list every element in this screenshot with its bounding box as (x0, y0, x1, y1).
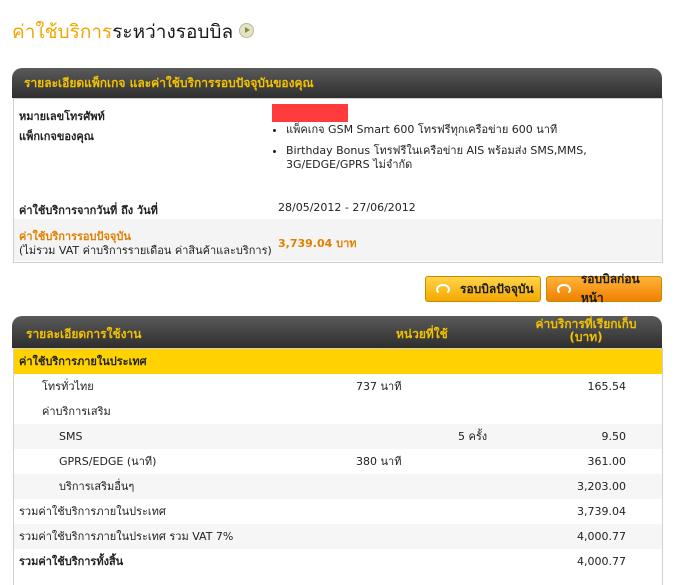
package-list: แพ็คเกจ GSM Smart 600 โทรฟรีทุกเครือข่าย… (268, 123, 616, 172)
play-icon[interactable] (239, 23, 255, 38)
table-row: บริการเสริมอื่นๆ 3,203.00 (14, 474, 662, 499)
row-amount: 3,203.00 (577, 480, 626, 493)
table-row: รวมค่าใช้บริการภายในประเทศ รวม VAT 7% 4,… (14, 524, 662, 549)
package-item: Birthday Bonus โทรฟรีในเครือข่าย AIS พร้… (286, 144, 616, 172)
page-title-part2: ระหว่างรอบบิล (112, 21, 234, 43)
package-label: แพ็กเกจของคุณ (19, 130, 94, 143)
package-panel: หมายเลขโทรศัพท์ แพ็กเกจของคุณ แพ็คเกจ GS… (13, 98, 663, 263)
previous-bill-button[interactable]: รอบบิลก่อนหน้า (546, 272, 662, 305)
col-charge-line2: (บาท) (569, 330, 603, 344)
col-detail: รายละเอียดการใช้งาน (26, 327, 142, 341)
table-row-total: รวมค่าใช้บริการทั้งสิ้น 4,000.77 (14, 549, 662, 574)
row-label: รวมค่าใช้บริการทั้งสิ้น (19, 555, 124, 568)
table-row: GPRS/EDGE (นาที) 380 นาที 361.00 (14, 449, 662, 474)
row-amount: 165.54 (587, 380, 627, 393)
period-label: ค่าใช้บริการจากวันที่ ถึง วันที่ (19, 204, 158, 217)
coin-icon (557, 283, 571, 295)
package-panel-header: รายละเอียดแพ็กเกจ และค่าใช้บริการรอบปัจจ… (12, 68, 662, 98)
row-amount: 3,739.04 (577, 505, 626, 518)
row-label: ค่าบริการเสริม (42, 405, 111, 418)
row-label: GPRS/EDGE (นาที) (59, 455, 157, 468)
row-label: รวมค่าใช้บริการภายในประเทศ (19, 505, 166, 518)
current-bill-button[interactable]: รอบบิลปัจจุบัน (425, 276, 541, 302)
coin-icon (436, 283, 450, 295)
col-units: หน่วยที่ใช้ (396, 327, 448, 341)
current-charge-value: 3,739.04 บาท (278, 237, 357, 250)
col-charge: ค่าบริการที่เรียกเก็บ (บาท) (524, 318, 648, 344)
package-panel-heading: รายละเอียดแพ็กเกจ และค่าใช้บริการรอบปัจจ… (24, 76, 314, 90)
row-amount: 4,000.77 (577, 555, 626, 568)
row-amount: 361.00 (587, 455, 627, 468)
row-amount: 4,000.77 (577, 530, 626, 543)
usage-table: ค่าใช้บริการภายในประเทศ โทรทั่วไทย 737 น… (13, 348, 663, 585)
section-row-domestic: ค่าใช้บริการภายในประเทศ (14, 349, 662, 374)
row-units: 380 นาที (356, 455, 402, 468)
row-label: บริการเสริมอื่นๆ (59, 480, 135, 493)
row-label: รวมค่าใช้บริการภายในประเทศ รวม VAT 7% (19, 530, 234, 543)
table-row: รวมค่าใช้บริการภายในประเทศ 3,739.04 (14, 499, 662, 524)
table-row: โทรทั่วไทย 737 นาที 165.54 (14, 374, 662, 399)
usage-table-header: รายละเอียดการใช้งาน หน่วยที่ใช้ ค่าบริกา… (12, 316, 662, 348)
phone-number-redacted (272, 104, 348, 122)
current-charge-note: (ไม่รวม VAT ค่าบริการรายเดือน ค่าสินค้าแ… (19, 244, 272, 257)
section-label: ค่าใช้บริการภายในประเทศ (19, 355, 147, 368)
previous-bill-button-label: รอบบิลก่อนหน้า (580, 272, 640, 305)
table-row: SMS 5 ครั้ง 9.50 (14, 424, 662, 449)
row-units: 5 ครั้ง (458, 430, 488, 443)
page-title-part1: ค่าใช้บริการ (12, 21, 113, 43)
period-value: 28/05/2012 - 27/06/2012 (278, 201, 416, 214)
page-title: ค่าใช้บริการระหว่างรอบบิล (12, 20, 255, 44)
row-units: 737 นาที (356, 380, 402, 393)
row-amount: 9.50 (601, 430, 627, 443)
row-label: SMS (59, 430, 83, 443)
phone-label: หมายเลขโทรศัพท์ (19, 110, 105, 123)
col-charge-line1: ค่าบริการที่เรียกเก็บ (535, 317, 637, 331)
current-bill-button-label: รอบบิลปัจจุบัน (460, 281, 534, 296)
row-label: โทรทั่วไทย (42, 380, 94, 393)
package-item: แพ็คเกจ GSM Smart 600 โทรฟรีทุกเครือข่าย… (286, 123, 616, 137)
table-row: ค่าบริการเสริม (14, 399, 662, 424)
